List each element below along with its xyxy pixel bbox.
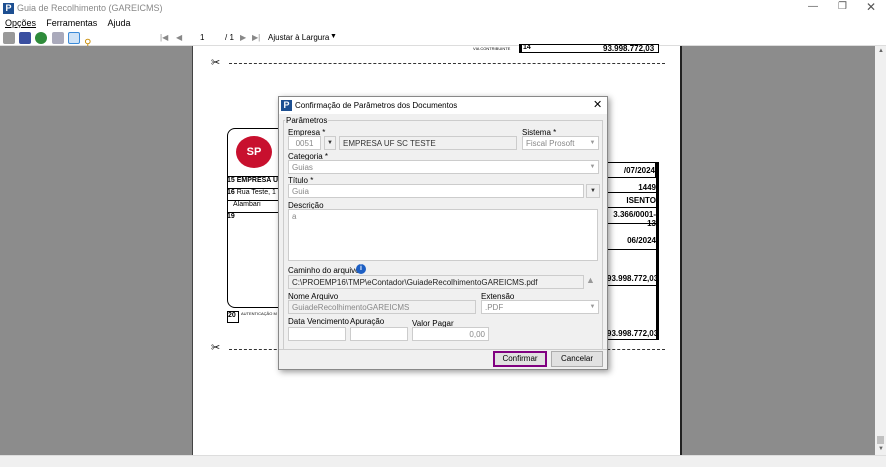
folder-icon[interactable]: ▲ [586,275,599,289]
dialog-title-bar: P Confirmação de Parâmetros dos Document… [279,97,607,114]
dialog-title: Confirmação de Parâmetros dos Documentos [295,101,458,110]
total-value: 93.998.772,03 [603,44,655,53]
menu-ferramentas[interactable]: Ferramentas [46,18,97,28]
toolbar: ⚲ |◀ ◀ 1 / 1 ▶ ▶| Ajustar à Largura ▼ [0,30,886,49]
titulo-dropdown-button[interactable]: ▼ [586,184,600,198]
nome-arquivo-field: GuiadeRecolhimentoGAREICMS [288,300,476,314]
caminho-input[interactable]: C:\PROEMP16\TMP\eContador\GuiadeRecolhim… [288,275,584,289]
menu-bar: Opções Ferramentas Ajuda [0,16,886,30]
print-icon[interactable] [3,32,15,44]
dialog-close-button[interactable]: ✕ [593,98,602,111]
chevron-down-icon[interactable]: ▼ [330,33,337,40]
vertical-scrollbar[interactable]: ▲ ▼ [875,46,886,455]
web-icon[interactable] [35,32,48,44]
maximize-button[interactable]: ❐ [838,1,847,12]
next-page-button[interactable]: ▶ [240,33,246,42]
scissors-icon: ✂ [211,342,221,354]
extensao-select[interactable]: .PDF ▼ [481,300,599,314]
info-icon[interactable]: i [356,264,366,274]
field-20: 20 [227,311,239,323]
title-bar: P Guia de Recolhimento (GAREICMS) — ❐ ✕ [0,0,886,16]
sp-seal-logo: SP [236,136,272,168]
last-page-button[interactable]: ▶| [252,33,260,42]
valor-pagar-input[interactable]: 0,00 [412,327,489,341]
confirm-button[interactable]: Confirmar [493,351,547,367]
minimize-button[interactable]: — [808,1,818,12]
empresa-code-input[interactable]: 0051 [288,136,321,150]
save-icon[interactable] [19,32,32,44]
categoria-select[interactable]: Guias ▼ [288,160,599,174]
app-logo: P [281,100,292,111]
window-title: Guia de Recolhimento (GAREICMS) [17,3,163,13]
page-total: / 1 [225,33,234,42]
field-number: 14 [523,44,531,51]
close-button[interactable]: ✕ [866,0,876,14]
cancel-button[interactable]: Cancelar [551,351,603,367]
group-label: Parâmetros [285,116,329,125]
export-icon[interactable] [67,32,80,44]
scissors-icon: ✂ [211,57,221,69]
horizontal-scrollbar[interactable] [0,455,886,467]
sistema-select[interactable]: Fiscal Prosoft ▼ [522,136,599,150]
email-icon[interactable] [51,32,64,44]
descricao-textarea[interactable]: a [288,209,598,261]
menu-opcoes[interactable]: Opções [5,18,36,28]
prev-page-button[interactable]: ◀ [176,33,182,42]
first-page-button[interactable]: |◀ [160,33,168,42]
page-input[interactable]: 1 [200,33,204,42]
via-label: VIA CONTRIBUINTE [473,46,511,51]
data-vencimento-input[interactable] [288,327,346,341]
zoom-select[interactable]: Ajustar à Largura [268,33,329,42]
app-logo: P [3,3,14,14]
titulo-input[interactable]: Guia [288,184,584,198]
empresa-name-field: EMPRESA UF SC TESTE [339,136,517,150]
menu-ajuda[interactable]: Ajuda [108,18,131,28]
empresa-dropdown-button[interactable]: ▼ [324,136,336,150]
confirm-parameters-dialog: P Confirmação de Parâmetros dos Document… [278,96,608,370]
apuracao-input[interactable] [350,327,408,341]
